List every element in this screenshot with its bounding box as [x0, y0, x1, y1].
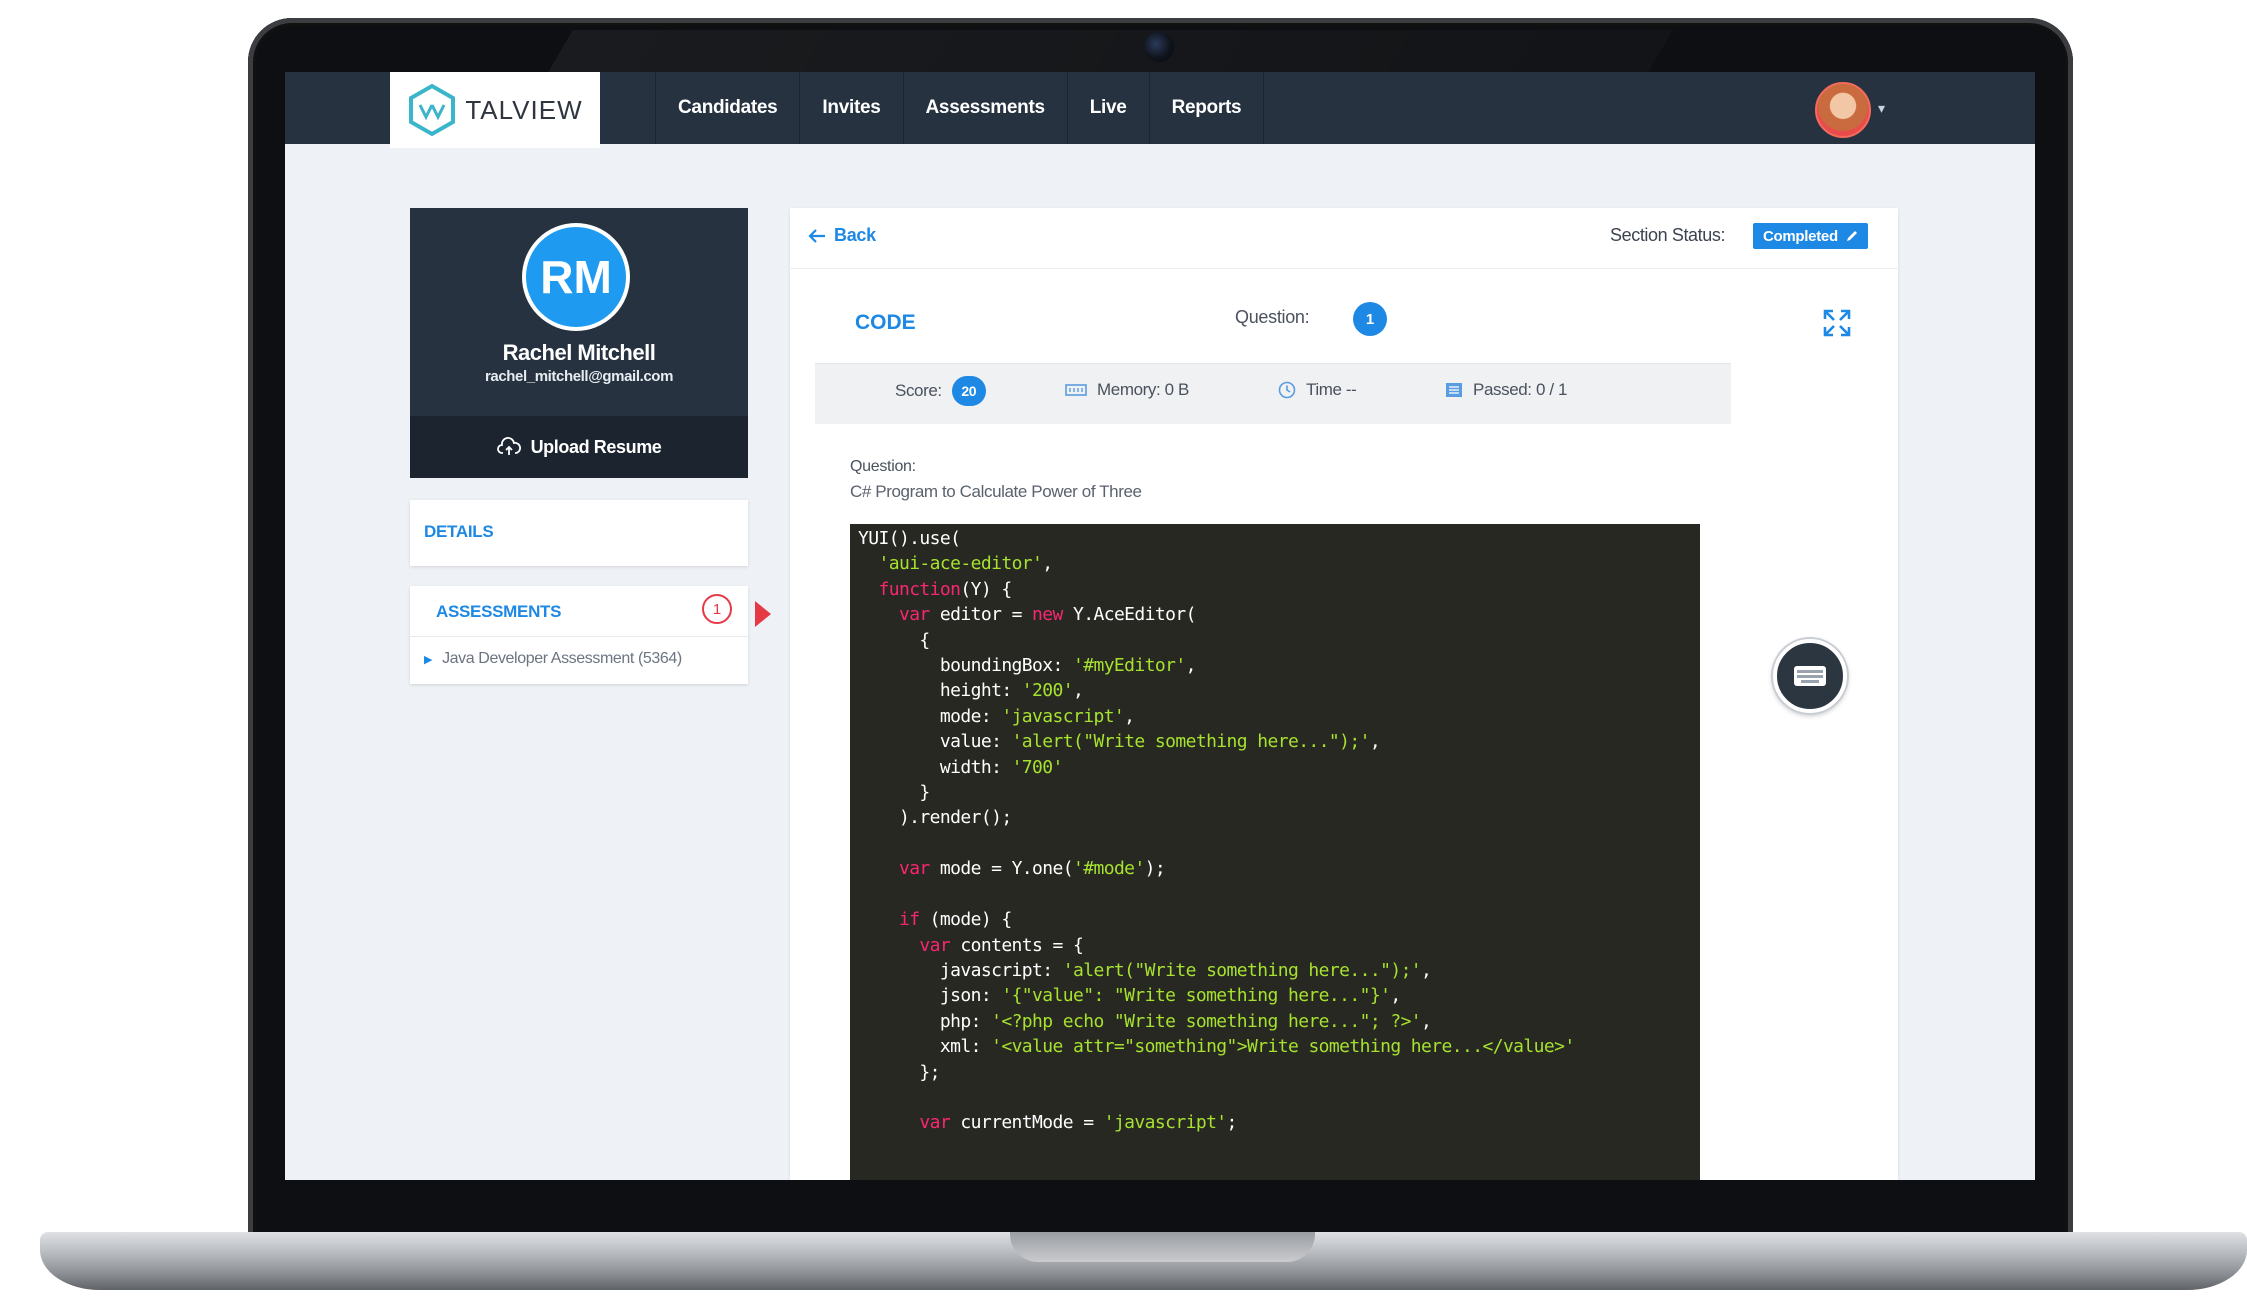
code-line: height: '200',: [858, 680, 1084, 702]
question-number-button[interactable]: 1: [1353, 302, 1387, 336]
nav-live[interactable]: Live: [1068, 72, 1150, 144]
back-label: Back: [834, 225, 876, 245]
list-icon: [1446, 383, 1462, 397]
assessments-count-badge: 1: [702, 594, 732, 624]
score-label: Score:: [895, 381, 942, 400]
memory-value: Memory: 0 B: [1097, 380, 1189, 399]
nav-reports[interactable]: Reports: [1150, 72, 1265, 144]
memory-icon: [1065, 384, 1087, 396]
logo-text: TALVIEW: [465, 94, 583, 125]
user-avatar[interactable]: [1815, 82, 1871, 138]
result-metrics-bar: Score: 20 Memory: 0 B Time -- Passed: 0 …: [815, 363, 1731, 424]
code-line: javascript: 'alert("Write something here…: [858, 959, 1432, 981]
passed-metric: Passed: 0 / 1: [1445, 380, 1567, 400]
section-status-value: Completed: [1763, 227, 1838, 245]
details-label: DETAILS: [424, 522, 494, 541]
question-text: C# Program to Calculate Power of Three: [850, 482, 1142, 501]
code-line: php: '<?php echo "Write something here..…: [858, 1010, 1432, 1032]
code-line: var contents = {: [919, 934, 1084, 956]
code-editor[interactable]: YUI().use( 'aui-ace-editor', function(Y)…: [850, 524, 1700, 1180]
code-line: var editor = new Y.AceEditor(: [898, 604, 1197, 626]
code-line: ).render();: [858, 807, 1012, 829]
candidate-name: Rachel Mitchell: [502, 340, 656, 365]
question-heading: Question:: [850, 458, 916, 475]
time-metric: Time --: [1278, 380, 1357, 400]
cloud-upload-icon: [496, 437, 521, 455]
section-status-label: Section Status:: [1610, 225, 1726, 245]
time-value: Time --: [1306, 380, 1357, 399]
code-line: {: [858, 629, 930, 651]
memory-metric: Memory: 0 B: [1065, 380, 1189, 400]
webcam: [1144, 32, 1174, 62]
code-line: xml: '<value attr="something">Write some…: [858, 1036, 1575, 1058]
pencil-icon: [1846, 231, 1857, 241]
code-line: function(Y) {: [878, 578, 1012, 600]
upload-resume-label: Upload Resume: [530, 436, 662, 457]
expand-icon[interactable]: [1822, 308, 1852, 338]
details-card[interactable]: DETAILS: [410, 500, 748, 566]
clock-icon: [1278, 381, 1296, 399]
back-button[interactable]: Back: [808, 225, 876, 246]
question-label: Question:: [1235, 307, 1310, 327]
code-line: };: [858, 1061, 940, 1083]
code-content: YUI().use( 'aui-ace-editor', function(Y)…: [850, 524, 1700, 1138]
main-nav: Candidates Invites Assessments Live Repo…: [655, 72, 1265, 144]
candidate-avatar: RM: [522, 223, 630, 331]
nav-invites[interactable]: Invites: [800, 72, 904, 144]
talview-logo-icon: [409, 83, 456, 137]
upload-resume-button[interactable]: Upload Resume: [410, 416, 748, 478]
screen: TALVIEW Candidates Invites Assessments L…: [285, 72, 2035, 1180]
passed-value: Passed: 0 / 1: [1473, 380, 1568, 399]
assessment-list-item[interactable]: ▶ Java Developer Assessment (5364): [424, 650, 682, 668]
caret-right-icon: ▶: [424, 654, 433, 666]
code-review-panel: Back Section Status: Completed CODE Ques…: [790, 208, 1898, 1180]
arrow-left-icon: [808, 228, 825, 243]
candidate-email: rachel_mitchell@gmail.com: [484, 368, 674, 385]
laptop-notch: [1010, 1232, 1315, 1262]
nav-candidates[interactable]: Candidates: [655, 72, 801, 144]
top-navbar: TALVIEW Candidates Invites Assessments L…: [285, 72, 2035, 148]
section-status-badge[interactable]: Completed: [1753, 223, 1868, 249]
code-line: width: '700': [858, 756, 1063, 778]
code-line: mode: 'javascript',: [858, 705, 1135, 727]
bezel-sheen: [547, 30, 1673, 74]
chevron-down-icon[interactable]: ▾: [1878, 100, 1885, 117]
keyboard-icon: [1794, 666, 1826, 686]
keyboard-button[interactable]: [1773, 639, 1847, 713]
code-line: }: [858, 782, 930, 804]
divider: [410, 636, 748, 637]
code-line: var mode = Y.one('#mode');: [898, 858, 1166, 880]
candidate-profile-card: RM Rachel Mitchell rachel_mitchell@gmail…: [410, 208, 748, 478]
tab-code[interactable]: CODE: [855, 311, 916, 335]
assessments-label[interactable]: ASSESSMENTS: [436, 602, 561, 622]
code-line: YUI().use(: [858, 528, 961, 549]
active-indicator-arrow: [755, 601, 771, 627]
divider: [790, 268, 1898, 269]
score-metric: Score: 20: [895, 376, 986, 406]
code-line: if (mode) {: [898, 909, 1012, 931]
score-badge: 20: [951, 376, 986, 406]
code-line: var currentMode = 'javascript';: [919, 1112, 1237, 1134]
assessments-card: ASSESSMENTS 1 ▶ Java Developer Assessment…: [410, 586, 748, 684]
nav-assessments[interactable]: Assessments: [904, 72, 1068, 144]
code-line: json: '{"value": "Write something here..…: [858, 985, 1401, 1007]
assessment-item-label: Java Developer Assessment (5364): [442, 650, 682, 667]
code-line: value: 'alert("Write something here...")…: [858, 731, 1381, 753]
talview-logo[interactable]: TALVIEW: [390, 72, 600, 148]
code-line: boundingBox: '#myEditor',: [858, 655, 1197, 677]
code-line: 'aui-ace-editor',: [878, 553, 1053, 575]
